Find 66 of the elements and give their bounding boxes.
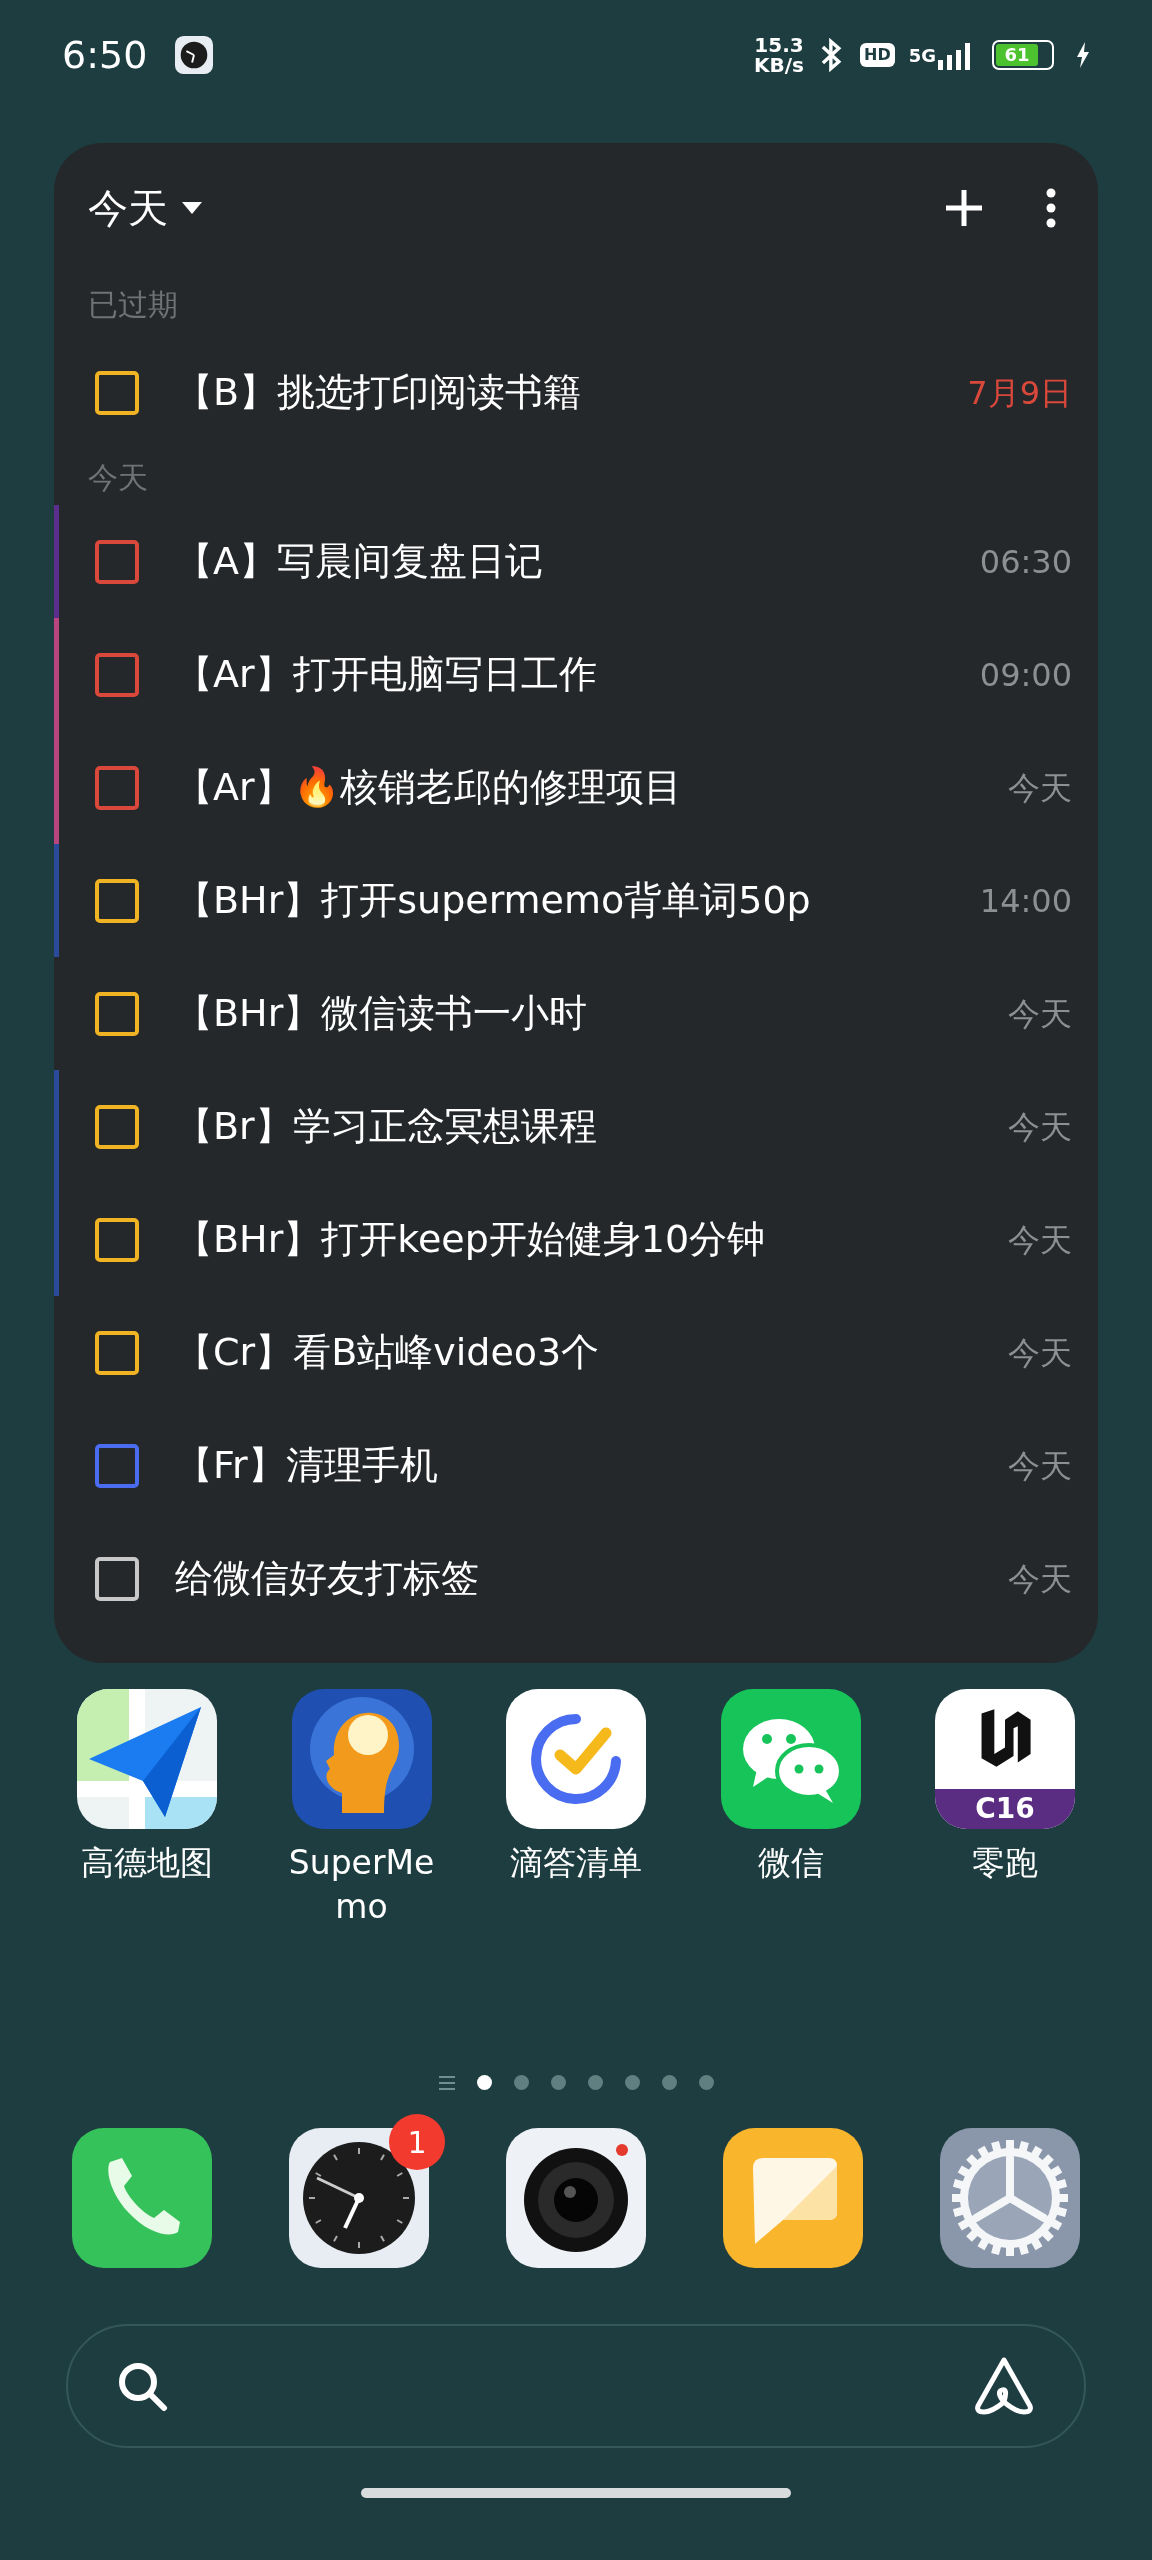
task-checkbox[interactable] <box>95 765 139 810</box>
task-title: 【B】挑选打印阅读书籍 <box>175 369 582 416</box>
more-icon[interactable] <box>1046 188 1056 228</box>
list-selector[interactable]: 今天 <box>88 178 202 238</box>
app-label[interactable]: 高德地图 <box>67 1841 227 1885</box>
notes-app-icon[interactable] <box>723 2128 863 2268</box>
task-title: 【BHr】微信读书一小时 <box>175 990 588 1037</box>
head-app-icon[interactable] <box>291 1689 432 1829</box>
due-date: 今天 <box>1008 1219 1072 1261</box>
assistant-icon[interactable] <box>972 2356 1036 2416</box>
charging-icon <box>1076 42 1090 68</box>
due-date: 今天 <box>1008 993 1072 1035</box>
app-label[interactable]: SuperMemo <box>281 1841 442 1929</box>
settings-app-icon[interactable] <box>940 2128 1080 2268</box>
task-checkbox[interactable] <box>95 1443 139 1488</box>
app-label[interactable]: 微信 <box>710 1841 871 1885</box>
task-checkbox[interactable] <box>95 1556 139 1601</box>
due-date: 14:00 <box>979 880 1072 922</box>
clock-app-icon[interactable] <box>289 2128 429 2268</box>
status-time: 6:50 <box>62 31 148 79</box>
network-speed-value: 15.3 <box>754 35 804 55</box>
due-date: 09:00 <box>979 654 1072 696</box>
task-checkbox[interactable] <box>95 539 139 584</box>
task-title: 【Fr】清理手机 <box>175 1442 438 1489</box>
task-checkbox[interactable] <box>95 878 139 923</box>
task-checkbox[interactable] <box>95 1330 139 1375</box>
paper-plane-app-icon[interactable] <box>77 1689 217 1829</box>
due-date: 今天 <box>1008 767 1072 809</box>
section-heading: 今天 <box>88 458 148 497</box>
task-title: 【Cr】看B站峰video3个 <box>175 1329 600 1376</box>
camera-app-icon[interactable] <box>506 2128 646 2268</box>
clock-icon <box>175 36 214 74</box>
phone-app-icon[interactable] <box>72 2128 212 2268</box>
app-label[interactable]: 零跑 <box>925 1841 1085 1885</box>
search-icon <box>116 2360 168 2412</box>
task-checkbox[interactable] <box>95 652 139 697</box>
network-type: 5G <box>908 43 936 68</box>
car-brand-app-icon[interactable]: C16 <box>935 1689 1075 1829</box>
task-title: 给微信好友打标签 <box>175 1555 479 1602</box>
task-title: 【Ar】打开电脑写日工作 <box>175 651 597 698</box>
chat-bubbles-app-icon[interactable] <box>720 1689 861 1829</box>
task-title: 【BHr】打开supermemo背单词50p <box>175 877 811 924</box>
due-date: 今天 <box>1008 1332 1072 1374</box>
task-checkbox[interactable] <box>95 1104 139 1149</box>
list-icon[interactable] <box>438 2075 455 2090</box>
task-title: 【Br】学习正念冥想课程 <box>175 1103 597 1150</box>
add-icon[interactable] <box>944 188 984 228</box>
task-checkbox[interactable] <box>95 1217 139 1262</box>
checkmark-app-icon[interactable] <box>506 1689 646 1829</box>
battery-percent: 61 <box>1004 45 1030 65</box>
task-checkbox[interactable] <box>95 370 139 415</box>
due-date: 今天 <box>1008 1558 1072 1600</box>
network-speed-unit: KB/s <box>754 55 804 75</box>
due-date: 今天 <box>1008 1445 1072 1487</box>
notification-badge: 1 <box>389 2114 445 2170</box>
due-date: 06:30 <box>979 541 1072 583</box>
task-title: 【A】写晨间复盘日记 <box>175 538 543 585</box>
caret-icon <box>182 202 202 214</box>
task-title: 【BHr】打开keep开始健身10分钟 <box>175 1216 766 1263</box>
due-date: 7月9日 <box>967 372 1072 414</box>
hd-badge: HD <box>860 43 895 67</box>
task-checkbox[interactable] <box>95 991 139 1036</box>
due-date: 今天 <box>1008 1106 1072 1148</box>
task-title: 【Ar】🔥核销老邱的修理项目 <box>175 764 682 811</box>
section-heading: 已过期 <box>88 286 178 324</box>
app-label[interactable]: 滴答清单 <box>496 1841 656 1885</box>
